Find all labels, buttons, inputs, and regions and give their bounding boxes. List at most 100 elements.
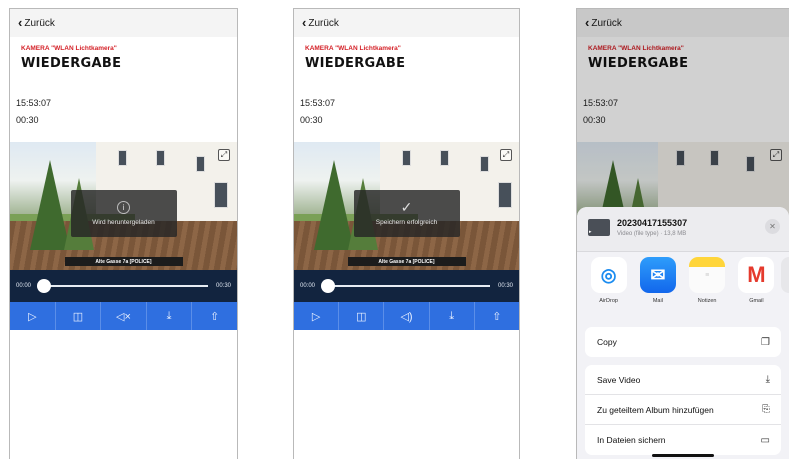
saved-toast: ✓ Speichern erfolgreich bbox=[353, 190, 460, 237]
share-action-group: Save Video ⤓ Zu geteiltem Album hinzufüg… bbox=[585, 365, 781, 455]
scrubber-knob[interactable] bbox=[321, 279, 336, 293]
gmail-icon: M bbox=[738, 257, 775, 293]
video-player[interactable]: ⤢ ✓ Speichern erfolgreich Alte Gasse 7a … bbox=[294, 142, 519, 270]
video-caption: Alte Gasse 7a [POLICE] bbox=[347, 257, 466, 266]
back-button[interactable]: ‹ Zurück bbox=[585, 15, 622, 30]
page-title: WIEDERGABE bbox=[21, 56, 122, 71]
mute-button[interactable]: ◁) bbox=[384, 302, 430, 330]
back-label: Zurück bbox=[591, 17, 622, 29]
save-icon: ⤓ bbox=[765, 374, 770, 385]
page-title: WIEDERGABE bbox=[305, 56, 406, 71]
end-time: 00:30 bbox=[497, 283, 513, 289]
app-mail[interactable]: ✉ Mail bbox=[633, 257, 682, 323]
check-icon: ✓ bbox=[400, 199, 413, 215]
info-icon: i bbox=[117, 201, 130, 214]
action-label: Save Video bbox=[597, 374, 641, 385]
folder-icon: ▭ bbox=[760, 434, 770, 446]
shared-album-action[interactable]: Zu geteiltem Album hinzufügen ⎘ bbox=[585, 395, 781, 425]
chevron-left-icon: ‹ bbox=[302, 15, 307, 30]
video-player[interactable]: ⤢ i Wird heruntergeladen Alte Gasse 7a [… bbox=[10, 142, 237, 270]
recording-time: 15:53:07 bbox=[16, 98, 52, 108]
player-controls: ▷ ◫ ◁× ⤓ ⇧ bbox=[10, 302, 237, 330]
copy-icon: ❐ bbox=[761, 336, 770, 348]
close-icon: ✕ bbox=[769, 222, 776, 231]
share-actions: Copy ❐ Save Video ⤓ Zu geteiltem Album h… bbox=[585, 327, 781, 455]
more-app-icon bbox=[781, 257, 789, 293]
page-title: WIEDERGABE bbox=[588, 56, 689, 71]
camera-icon: ◫ bbox=[72, 310, 84, 323]
copy-action[interactable]: Copy ❐ bbox=[585, 327, 781, 357]
chevron-left-icon: ‹ bbox=[585, 15, 590, 30]
fullscreen-icon: ⤢ bbox=[770, 149, 782, 161]
play-icon: ▷ bbox=[28, 310, 37, 323]
share-app-row: ◎ AirDrop ✉ Mail ≡ Notizen M Gmail bbox=[577, 257, 789, 323]
share-button[interactable]: ⇧ bbox=[192, 302, 237, 330]
navigation-bar: ‹ Zurück bbox=[577, 9, 789, 37]
home-indicator bbox=[652, 454, 714, 457]
play-button[interactable]: ▷ bbox=[294, 302, 340, 330]
file-meta: Video (file type) · 13,8 MB bbox=[617, 231, 687, 237]
phone-screen-share-sheet: ‹ Zurück KAMERA "WLAN Lichtkamera" WIEDE… bbox=[576, 8, 789, 459]
download-button[interactable]: ⤓ bbox=[430, 302, 475, 330]
mute-button[interactable]: ◁× bbox=[101, 302, 147, 330]
phone-screen-downloading: ‹ Zurück KAMERA "WLAN Lichtkamera" WIEDE… bbox=[9, 8, 238, 459]
start-time: 00:00 bbox=[16, 283, 32, 289]
camera-icon: ◫ bbox=[356, 310, 367, 323]
app-label: Gmail bbox=[749, 298, 764, 304]
app-notes[interactable]: ≡ Notizen bbox=[683, 257, 732, 323]
camera-label: KAMERA "WLAN Lichtkamera" bbox=[588, 45, 684, 52]
back-label: Zurück bbox=[24, 17, 55, 29]
snapshot-button[interactable]: ◫ bbox=[339, 302, 385, 330]
play-button[interactable]: ▷ bbox=[10, 302, 56, 330]
action-label: In Dateien sichern bbox=[597, 435, 666, 445]
save-video-action[interactable]: Save Video ⤓ bbox=[585, 365, 781, 395]
save-to-files-action[interactable]: In Dateien sichern ▭ bbox=[585, 425, 781, 455]
mail-icon: ✉ bbox=[639, 257, 676, 293]
share-button[interactable]: ⇧ bbox=[475, 302, 519, 330]
navigation-bar: ‹ Zurück bbox=[294, 9, 519, 37]
recording-duration: 00:30 bbox=[583, 115, 606, 125]
app-airdrop[interactable]: ◎ AirDrop bbox=[584, 257, 633, 323]
notes-icon: ≡ bbox=[689, 257, 726, 293]
start-time: 00:00 bbox=[300, 283, 316, 289]
share-icon: ⇧ bbox=[492, 310, 502, 323]
app-more[interactable] bbox=[781, 257, 789, 323]
close-button[interactable]: ✕ bbox=[765, 219, 780, 234]
progress-track[interactable] bbox=[37, 279, 208, 293]
snapshot-button[interactable]: ◫ bbox=[56, 302, 102, 330]
toast-text: Speichern erfolgreich bbox=[375, 219, 438, 226]
recording-duration: 00:30 bbox=[16, 115, 39, 125]
app-gmail[interactable]: M Gmail bbox=[732, 257, 781, 323]
video-thumbnail: ▸ bbox=[588, 219, 610, 236]
app-label: AirDrop bbox=[599, 298, 618, 304]
shared-album-icon: ⎘ bbox=[762, 404, 770, 415]
video-caption: Alte Gasse 7a [POLICE] bbox=[64, 257, 183, 266]
file-name: 20230417155307 bbox=[617, 218, 688, 228]
scrubber-knob[interactable] bbox=[37, 279, 52, 293]
recording-time: 15:53:07 bbox=[300, 98, 336, 108]
toast-text: Wird heruntergeladen bbox=[92, 219, 155, 226]
app-label: Mail bbox=[652, 298, 663, 304]
back-button[interactable]: ‹ Zurück bbox=[18, 16, 55, 29]
action-label: Zu geteiltem Album hinzufügen bbox=[597, 404, 714, 415]
app-label: Notizen bbox=[697, 298, 717, 304]
fullscreen-icon[interactable]: ⤢ bbox=[500, 149, 512, 161]
share-sheet-header: ▸ 20230417155307 Video (file type) · 13,… bbox=[577, 207, 789, 252]
navigation-bar: ‹ Zurück bbox=[10, 9, 237, 37]
download-button[interactable]: ⤓ bbox=[147, 302, 193, 330]
play-icon: ▷ bbox=[311, 310, 321, 323]
share-icon: ⇧ bbox=[210, 310, 220, 323]
back-label: Zurück bbox=[308, 17, 339, 29]
download-toast: i Wird heruntergeladen bbox=[70, 190, 177, 237]
back-button[interactable]: ‹ Zurück bbox=[302, 15, 339, 30]
speaker-muted-icon: ◁× bbox=[116, 310, 131, 323]
camera-label: KAMERA "WLAN Lichtkamera" bbox=[21, 45, 117, 52]
recording-duration: 00:30 bbox=[300, 115, 323, 125]
fullscreen-icon[interactable]: ⤢ bbox=[218, 149, 230, 161]
share-sheet: ▸ 20230417155307 Video (file type) · 13,… bbox=[577, 207, 789, 459]
playback-scrubber: 00:00 00:30 bbox=[10, 270, 237, 302]
progress-track[interactable] bbox=[321, 279, 490, 293]
speaker-icon: ◁) bbox=[400, 310, 413, 323]
download-icon: ⤓ bbox=[166, 309, 172, 322]
camera-label: KAMERA "WLAN Lichtkamera" bbox=[305, 45, 401, 52]
